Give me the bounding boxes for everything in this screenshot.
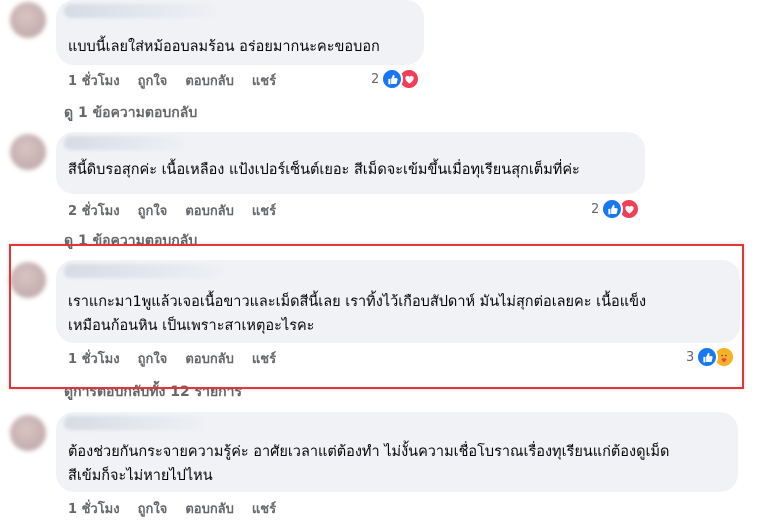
view-replies-link[interactable]: ดู 1 ข้อความตอบกลับ — [64, 102, 197, 124]
like-icon — [381, 68, 404, 90]
comment-timestamp[interactable]: 1 ชั่วโมง — [68, 70, 120, 91]
comment-text-line-2: สีเข้มก็จะไม่หายไปไหน — [68, 468, 213, 484]
commenter-name[interactable] — [64, 136, 184, 150]
comment-timestamp[interactable]: 2 ชั่วโมง — [68, 200, 120, 221]
reaction-count: 2 — [591, 201, 600, 217]
comment-actions: 2 ชั่วโมง ถูกใจ ตอบกลับ แชร์ — [68, 200, 294, 221]
share-link[interactable]: แชร์ — [252, 200, 276, 221]
reaction-summary[interactable]: 2 — [591, 198, 641, 220]
commenter-name[interactable] — [64, 416, 204, 430]
like-link[interactable]: ถูกใจ — [138, 70, 168, 91]
comment-text: แบบนี้เลยใส่หม้ออบลมร้อน อร่อยมากนะคะขอบ… — [68, 39, 380, 55]
comment-actions: 1 ชั่วโมง ถูกใจ ตอบกลับ แชร์ — [68, 498, 294, 519]
like-link[interactable]: ถูกใจ — [138, 200, 168, 221]
comment-actions: 1 ชั่วโมง ถูกใจ ตอบกลับ แชร์ — [68, 70, 294, 91]
reply-link[interactable]: ตอบกลับ — [185, 200, 234, 221]
comment-bubble: ต้องช่วยกันกระจายความรู้ค่ะ อาศัยเวลาแต่… — [56, 412, 738, 492]
comment-timestamp[interactable]: 1 ชั่วโมง — [68, 498, 120, 519]
like-link[interactable]: ถูกใจ — [138, 498, 168, 519]
comment-bubble: แบบนี้เลยใส่หม้ออบลมร้อน อร่อยมากนะคะขอบ… — [56, 0, 424, 65]
like-icon — [601, 198, 624, 220]
commenter-name[interactable] — [64, 4, 214, 18]
comment-bubble: สีนี้ดิบรอสุกค่ะ เนื้อเหลือง แป้งเปอร์เซ… — [56, 132, 645, 194]
reply-link[interactable]: ตอบกลับ — [185, 70, 234, 91]
reply-link[interactable]: ตอบกลับ — [185, 498, 234, 519]
reaction-summary[interactable]: 2 — [371, 68, 421, 90]
highlight-box — [9, 244, 744, 389]
comment-text-line-1: ต้องช่วยกันกระจายความรู้ค่ะ อาศัยเวลาแต่… — [68, 444, 670, 460]
avatar[interactable] — [10, 2, 46, 38]
reaction-count: 2 — [371, 71, 380, 87]
avatar[interactable] — [10, 415, 46, 451]
share-link[interactable]: แชร์ — [252, 498, 276, 519]
comment-text: สีนี้ดิบรอสุกค่ะ เนื้อเหลือง แป้งเปอร์เซ… — [68, 162, 580, 178]
avatar[interactable] — [10, 134, 46, 170]
share-link[interactable]: แชร์ — [252, 70, 276, 91]
